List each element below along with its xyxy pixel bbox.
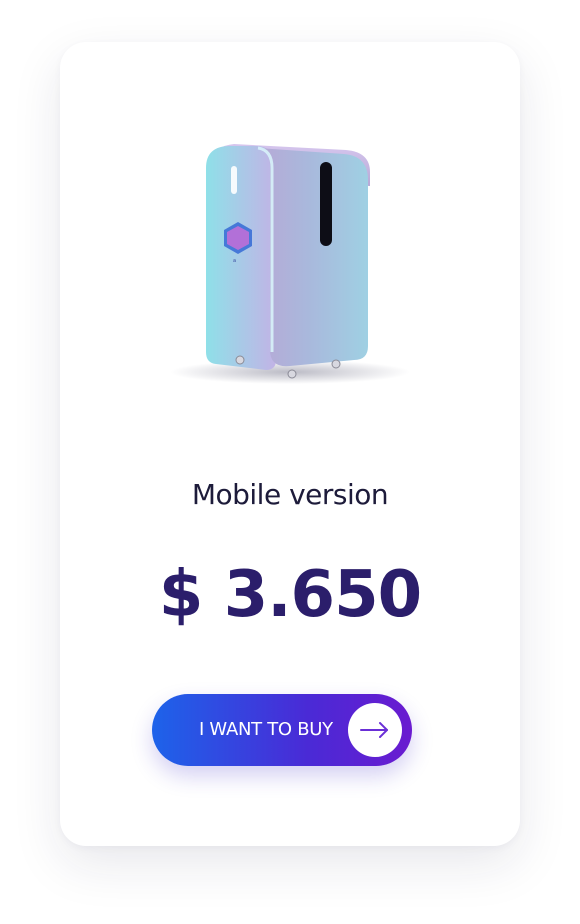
arrow-circle: [348, 703, 402, 757]
svg-text:a: a: [233, 258, 236, 264]
buy-button-label: I WANT TO BUY: [199, 719, 333, 740]
product-price: $ 3.650: [158, 558, 422, 632]
product-image: a: [170, 144, 410, 384]
buy-button[interactable]: I WANT TO BUY: [152, 694, 412, 766]
arrow-right-icon: [360, 722, 388, 738]
product-title: Mobile version: [191, 478, 389, 511]
